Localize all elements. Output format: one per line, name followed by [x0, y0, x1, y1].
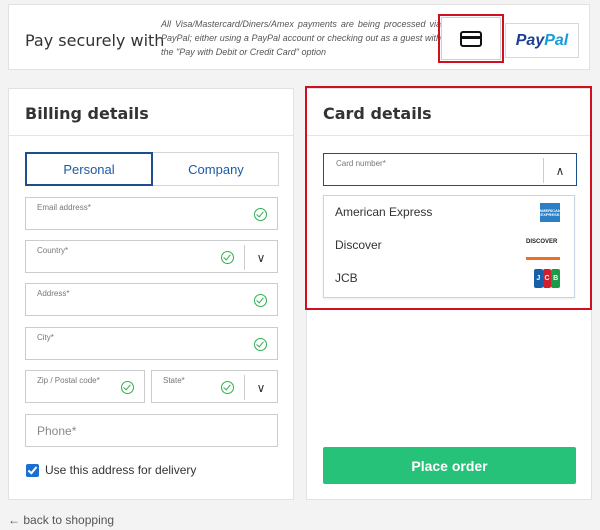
- jcb-logo-c: C: [542, 269, 552, 288]
- paypal-logo-part1: Pay: [515, 31, 545, 49]
- state-label: State*: [163, 376, 185, 385]
- email-label: Email address*: [37, 203, 91, 212]
- chevron-down-icon[interactable]: ∨: [244, 245, 277, 270]
- jcb-logo: J C B: [534, 269, 561, 288]
- zip-label: Zip / Postal code*: [37, 376, 100, 385]
- card-details-panel: Card details Card number* ∧ American Exp…: [306, 88, 592, 500]
- card-option-discover[interactable]: Discover DISCOVER: [324, 229, 574, 262]
- chevron-up-icon[interactable]: ∧: [543, 158, 576, 183]
- email-field[interactable]: Email address*: [25, 197, 278, 230]
- discover-stripe: [526, 257, 560, 260]
- place-order-button[interactable]: Place order: [323, 447, 576, 484]
- card-title: Card details: [323, 104, 432, 123]
- billing-title: Billing details: [25, 104, 149, 123]
- card-option-label: JCB: [335, 271, 358, 285]
- card-option-label: American Express: [335, 205, 433, 219]
- jcb-logo-b: B: [551, 269, 561, 288]
- country-label: Country*: [37, 246, 69, 255]
- divider: [9, 135, 293, 136]
- delivery-checkbox-label: Use this address for delivery: [45, 463, 197, 477]
- billing-panel: Billing details Personal Company Email a…: [8, 88, 294, 500]
- discover-logo-text: DISCOVER: [526, 239, 558, 245]
- jcb-logo-j: J: [534, 269, 543, 288]
- card-option-jcb[interactable]: JCB J C B: [324, 262, 574, 295]
- check-circle-icon: [254, 294, 267, 307]
- zip-field[interactable]: Zip / Postal code*: [25, 370, 145, 403]
- card-type-dropdown: American Express AMERICAN EXPRESS Discov…: [323, 195, 575, 298]
- chevron-down-icon[interactable]: ∨: [244, 375, 277, 400]
- credit-card-icon: [460, 30, 482, 47]
- check-circle-icon: [221, 251, 234, 264]
- check-circle-icon: [254, 338, 267, 351]
- back-to-shopping-link[interactable]: ← back to shopping: [8, 513, 114, 527]
- phone-field[interactable]: Phone*: [25, 414, 278, 447]
- city-label: City*: [37, 333, 54, 342]
- check-circle-icon: [121, 381, 134, 394]
- address-field[interactable]: Address*: [25, 283, 278, 316]
- card-option-amex[interactable]: American Express AMERICAN EXPRESS: [324, 196, 574, 229]
- arrow-left-icon: ←: [8, 513, 20, 527]
- payment-title: Pay securely with: [25, 31, 165, 50]
- customer-type-tabs: Personal Company: [25, 152, 279, 186]
- check-circle-icon: [221, 381, 234, 394]
- city-field[interactable]: City*: [25, 327, 278, 360]
- card-number-select[interactable]: Card number* ∧: [323, 153, 577, 186]
- delivery-address-toggle[interactable]: Use this address for delivery: [26, 463, 196, 477]
- checkbox-checked-icon[interactable]: [26, 463, 39, 477]
- card-option-label: Discover: [335, 238, 382, 252]
- back-link-label: back to shopping: [23, 513, 115, 527]
- country-select[interactable]: Country* ∨: [25, 240, 278, 273]
- tab-personal[interactable]: Personal: [25, 152, 153, 186]
- payment-note: All Visa/Mastercard/Diners/Amex payments…: [161, 19, 441, 57]
- address-label: Address*: [37, 289, 70, 298]
- discover-logo: DISCOVER: [526, 239, 560, 260]
- divider: [307, 135, 591, 136]
- paypal-logo-part2: Pal: [544, 31, 569, 49]
- payment-method-panel: Pay securely with All Visa/Mastercard/Di…: [8, 4, 590, 70]
- paypal-button[interactable]: Pay Pal: [505, 23, 579, 58]
- pay-by-card-button[interactable]: [441, 17, 501, 60]
- state-select[interactable]: State* ∨: [151, 370, 278, 403]
- amex-logo: AMERICAN EXPRESS: [539, 203, 561, 222]
- phone-placeholder: Phone*: [37, 424, 77, 438]
- card-number-label: Card number*: [336, 159, 386, 168]
- tab-company[interactable]: Company: [153, 153, 279, 185]
- check-circle-icon: [254, 208, 267, 221]
